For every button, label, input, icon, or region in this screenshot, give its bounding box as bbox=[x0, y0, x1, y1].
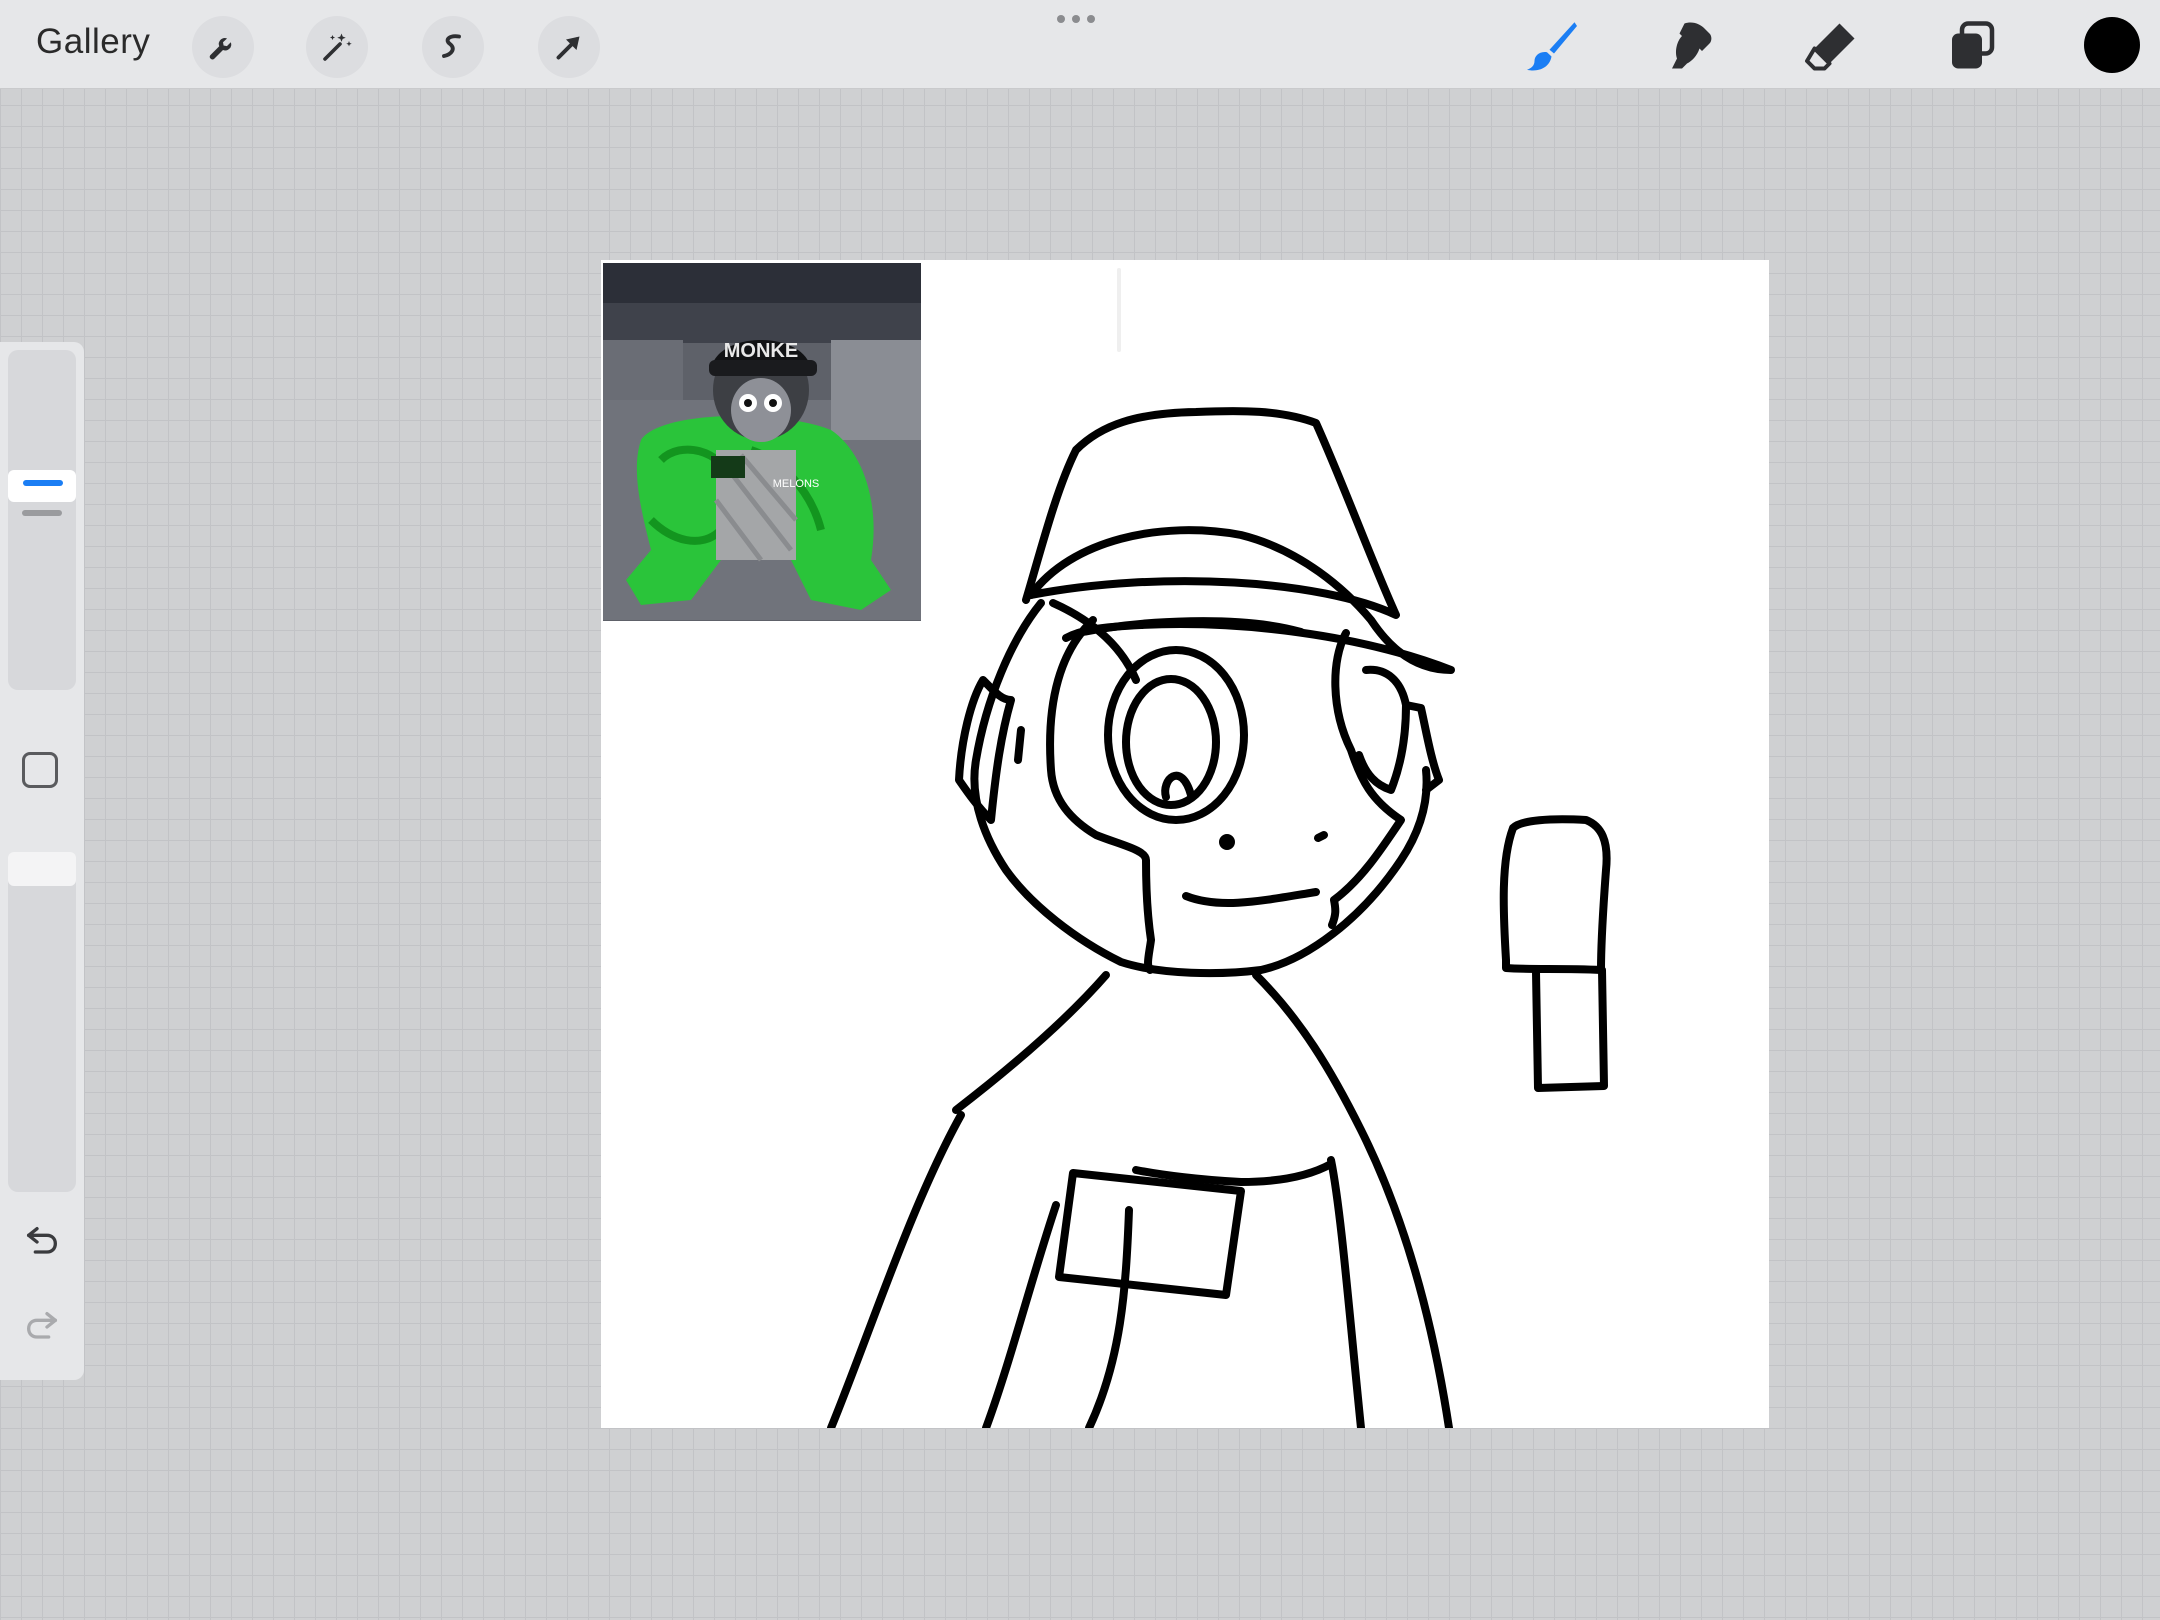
vest-left-stroke bbox=[1085, 1206, 1133, 1428]
left-body-stroke bbox=[827, 1111, 965, 1428]
transform-button[interactable] bbox=[538, 16, 600, 78]
reference-cap-text: MONKE bbox=[724, 340, 798, 362]
left-shoulder-stroke bbox=[952, 971, 1110, 1114]
grabber-dots-icon[interactable] bbox=[1057, 15, 1095, 23]
undo-icon bbox=[27, 1227, 58, 1254]
left-earcup-mark-stroke bbox=[1014, 726, 1025, 764]
modify-square-icon[interactable] bbox=[22, 752, 58, 788]
brush-opacity-handle[interactable] bbox=[8, 852, 76, 886]
size-indicator-line bbox=[23, 480, 63, 486]
layers-button[interactable] bbox=[1940, 14, 2004, 78]
mic-stand-stroke bbox=[1532, 966, 1608, 1092]
sketch-strokes bbox=[827, 268, 1611, 1428]
magic-wand-icon bbox=[323, 33, 352, 61]
brush-size-handle[interactable] bbox=[8, 470, 76, 502]
adjustments-button[interactable] bbox=[306, 16, 368, 78]
gallery-button[interactable]: Gallery bbox=[36, 22, 150, 62]
right-inner-body-stroke bbox=[1327, 1156, 1365, 1428]
eraser-tool-button[interactable] bbox=[1800, 14, 1864, 78]
left-sidebar bbox=[0, 342, 84, 1380]
selection-icon bbox=[442, 34, 461, 58]
right-earcup-band-stroke bbox=[1402, 701, 1443, 794]
chest-patch-stroke bbox=[1055, 1169, 1245, 1299]
brush-opacity-slider[interactable] bbox=[8, 852, 76, 1192]
redo-button[interactable] bbox=[22, 1307, 62, 1347]
reference-shirt-text: MELONS bbox=[773, 478, 819, 490]
brush-icon bbox=[1527, 22, 1577, 71]
eraser-icon bbox=[1805, 23, 1855, 71]
reference-image: MONKE MELONS bbox=[603, 263, 921, 621]
mic-head-stroke bbox=[1499, 815, 1611, 974]
layers-icon bbox=[1952, 21, 1995, 69]
actions-button[interactable] bbox=[192, 16, 254, 78]
top-toolbar: Gallery bbox=[0, 0, 2160, 89]
mouth-stroke bbox=[1182, 888, 1320, 907]
undo-button[interactable] bbox=[22, 1222, 62, 1262]
cheek-stroke bbox=[1314, 831, 1328, 842]
brush-tool-button[interactable] bbox=[1520, 14, 1584, 78]
drawing-canvas[interactable]: MONKE MELONS bbox=[601, 260, 1769, 1428]
selection-button[interactable] bbox=[422, 16, 484, 78]
nose-dot bbox=[1219, 834, 1235, 850]
left-inner-body-stroke bbox=[982, 1201, 1060, 1428]
wrench-icon bbox=[209, 38, 232, 60]
redo-icon bbox=[26, 1312, 57, 1339]
eye-inner-stroke bbox=[1122, 675, 1220, 809]
brush-size-slider[interactable] bbox=[8, 350, 76, 690]
eye-pupil-stroke bbox=[1161, 771, 1195, 801]
canvas-artwork: MONKE MELONS bbox=[603, 263, 1611, 1428]
color-picker-button[interactable] bbox=[2084, 17, 2140, 73]
left-earcup-stroke bbox=[955, 676, 1015, 824]
smudge-tool-button[interactable] bbox=[1660, 14, 1724, 78]
size-indicator-secondary bbox=[22, 510, 62, 516]
right-earcup-stroke bbox=[1355, 665, 1410, 794]
smudge-icon bbox=[1672, 22, 1712, 69]
transform-arrow-icon bbox=[556, 36, 580, 60]
